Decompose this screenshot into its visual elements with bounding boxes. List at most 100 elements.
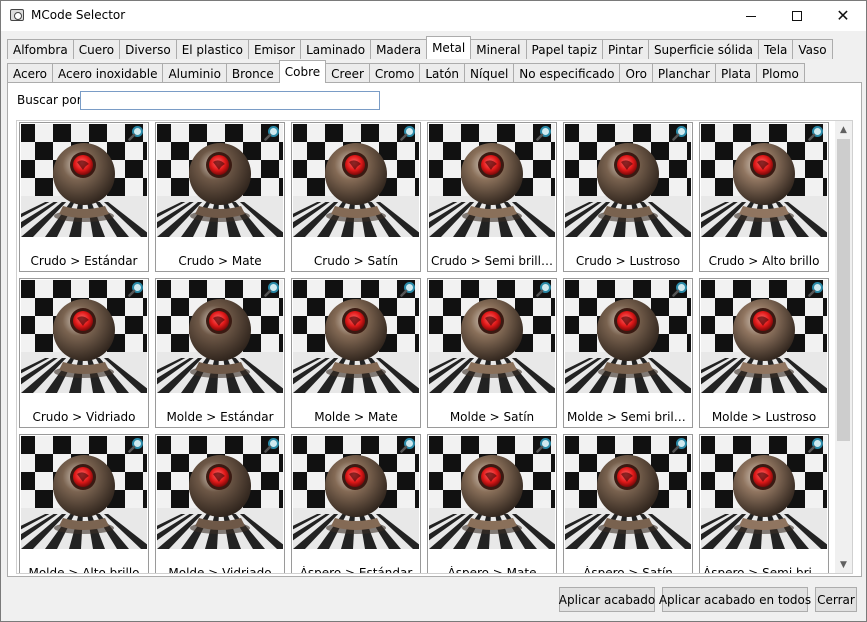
magnifier-icon[interactable] bbox=[808, 437, 824, 453]
material-card[interactable]: Molde > Satín bbox=[427, 278, 557, 428]
main-window: MCode Selector ✕ Alfombra Cuero Diverso El … bbox=[0, 0, 867, 622]
material-label: Áspero > Satín bbox=[583, 566, 673, 574]
material-card[interactable]: Molde > Mate bbox=[291, 278, 421, 428]
minimize-button[interactable] bbox=[728, 1, 774, 31]
material-card[interactable]: Crudo > Estándar bbox=[19, 122, 149, 272]
tab-no-especificado[interactable]: No especificado bbox=[513, 63, 621, 83]
tab-cuero[interactable]: Cuero bbox=[72, 39, 121, 59]
material-label: Crudo > Semi brillante bbox=[431, 254, 556, 268]
tab-bronce[interactable]: Bronce bbox=[225, 63, 280, 83]
tab-cromo[interactable]: Cromo bbox=[368, 63, 421, 83]
material-label: Molde > Semi brillan... bbox=[567, 410, 692, 424]
material-card[interactable]: Molde > Vidriado bbox=[155, 434, 285, 574]
material-card[interactable]: Molde > Semi brillan... bbox=[563, 278, 693, 428]
tab-acero[interactable]: Acero bbox=[7, 63, 53, 83]
scroll-down-button[interactable]: ▼ bbox=[835, 556, 852, 573]
tab-cobre[interactable]: Cobre bbox=[278, 60, 327, 83]
close-icon: ✕ bbox=[836, 6, 850, 25]
material-label: Molde > Estándar bbox=[166, 410, 274, 424]
apply-finish-button[interactable]: Aplicar acabado bbox=[559, 587, 655, 612]
material-label: Áspero > Semi brillo bbox=[703, 566, 826, 574]
tab-plata[interactable]: Plata bbox=[714, 63, 757, 83]
tab-emisor[interactable]: Emisor bbox=[247, 39, 302, 59]
magnifier-icon[interactable] bbox=[128, 281, 144, 297]
tab-laminado[interactable]: Laminado bbox=[300, 39, 372, 59]
magnifier-icon[interactable] bbox=[264, 281, 280, 297]
tab-alfombra[interactable]: Alfombra bbox=[7, 39, 74, 59]
magnifier-icon[interactable] bbox=[264, 437, 280, 453]
subcategory-tabs: Acero Acero inoxidable Aluminio Bronce Cobre… bbox=[7, 60, 805, 83]
tab-oro[interactable]: Oro bbox=[619, 63, 653, 83]
material-card[interactable]: Crudo > Semi brillante bbox=[427, 122, 557, 272]
magnifier-icon[interactable] bbox=[128, 437, 144, 453]
tab-níquel[interactable]: Níquel bbox=[464, 63, 515, 83]
magnifier-icon[interactable] bbox=[672, 281, 688, 297]
tab-el-plastico[interactable]: El plastico bbox=[175, 39, 249, 59]
material-label: Áspero > Estándar bbox=[299, 566, 413, 574]
tab-metal[interactable]: Metal bbox=[426, 36, 472, 59]
material-grid: Crudo > Estándar Crudo > Mate Crudo > Sa… bbox=[19, 122, 829, 574]
tab-tela[interactable]: Tela bbox=[758, 39, 794, 59]
minimize-icon bbox=[746, 15, 756, 17]
scroll-up-button[interactable]: ▲ bbox=[835, 121, 852, 138]
material-card[interactable]: Áspero > Mate bbox=[427, 434, 557, 573]
chevron-down-icon: ▼ bbox=[840, 559, 847, 570]
maximize-icon bbox=[792, 11, 802, 21]
vertical-scrollbar[interactable]: ▲ ▼ bbox=[835, 121, 852, 573]
material-card[interactable]: Áspero > Estándar bbox=[291, 434, 421, 574]
magnifier-icon[interactable] bbox=[536, 281, 552, 297]
material-label: Molde > Lustroso bbox=[711, 410, 817, 424]
material-label: Crudo > Vidriado bbox=[32, 410, 136, 424]
material-label: Molde > Vidriado bbox=[168, 566, 272, 574]
material-card[interactable]: Molde > Alto brillo bbox=[19, 434, 149, 574]
material-label: Crudo > Alto brillo bbox=[708, 254, 820, 268]
material-card[interactable]: Crudo > Vidriado bbox=[19, 278, 149, 428]
magnifier-icon[interactable] bbox=[536, 125, 552, 141]
material-card[interactable]: Áspero > Satín bbox=[563, 434, 693, 574]
tab-planchar[interactable]: Planchar bbox=[651, 63, 716, 83]
tab-acero-inoxidable[interactable]: Acero inoxidable bbox=[52, 63, 164, 83]
material-label: Molde > Satín bbox=[449, 410, 535, 424]
magnifier-icon[interactable] bbox=[400, 281, 416, 297]
material-label: Crudo > Estándar bbox=[30, 254, 138, 268]
magnifier-icon[interactable] bbox=[808, 281, 824, 297]
tab-superficie-sólida[interactable]: Superficie sólida bbox=[647, 39, 760, 59]
tab-madera[interactable]: Madera bbox=[370, 39, 428, 59]
tab-papel-tapiz[interactable]: Papel tapiz bbox=[525, 39, 604, 59]
material-card[interactable]: Crudo > Mate bbox=[155, 122, 285, 272]
material-card[interactable]: Crudo > Lustroso bbox=[563, 122, 693, 272]
material-label: Molde > Alto brillo bbox=[28, 566, 140, 574]
tab-aluminio[interactable]: Aluminio bbox=[162, 63, 227, 83]
magnifier-icon[interactable] bbox=[128, 125, 144, 141]
magnifier-icon[interactable] bbox=[672, 437, 688, 453]
material-card[interactable]: Crudo > Alto brillo bbox=[699, 122, 829, 272]
magnifier-icon[interactable] bbox=[536, 437, 552, 453]
search-label: Buscar por: bbox=[17, 93, 86, 107]
close-button[interactable]: Cerrar bbox=[815, 587, 857, 612]
material-gallery: Crudo > Estándar Crudo > Mate Crudo > Sa… bbox=[16, 120, 853, 574]
material-label: Molde > Mate bbox=[314, 410, 398, 424]
tab-mineral[interactable]: Mineral bbox=[470, 39, 527, 59]
search-input[interactable] bbox=[80, 91, 380, 110]
scrollbar-thumb[interactable] bbox=[837, 139, 850, 441]
material-card[interactable]: Molde > Estándar bbox=[155, 278, 285, 428]
apply-finish-all-button[interactable]: Aplicar acabado en todos bbox=[659, 587, 811, 612]
tab-plomo[interactable]: Plomo bbox=[755, 63, 805, 83]
tab-creer[interactable]: Creer bbox=[325, 63, 370, 83]
magnifier-icon[interactable] bbox=[400, 125, 416, 141]
magnifier-icon[interactable] bbox=[264, 125, 280, 141]
magnifier-icon[interactable] bbox=[672, 125, 688, 141]
material-card[interactable]: Áspero > Semi brillo bbox=[699, 434, 829, 574]
tab-vaso[interactable]: Vaso bbox=[792, 39, 833, 59]
material-label: Crudo > Mate bbox=[178, 254, 262, 268]
material-card[interactable]: Crudo > Satín bbox=[291, 122, 421, 272]
magnifier-icon[interactable] bbox=[808, 125, 824, 141]
close-window-button[interactable]: ✕ bbox=[820, 1, 866, 31]
tab-pintar[interactable]: Pintar bbox=[602, 39, 649, 59]
tab-latón[interactable]: Latón bbox=[419, 63, 466, 83]
magnifier-icon[interactable] bbox=[400, 437, 416, 453]
title-bar[interactable]: MCode Selector ✕ bbox=[1, 1, 866, 31]
maximize-button[interactable] bbox=[774, 1, 820, 31]
material-card[interactable]: Molde > Lustroso bbox=[699, 278, 829, 428]
tab-diverso[interactable]: Diverso bbox=[119, 39, 177, 59]
